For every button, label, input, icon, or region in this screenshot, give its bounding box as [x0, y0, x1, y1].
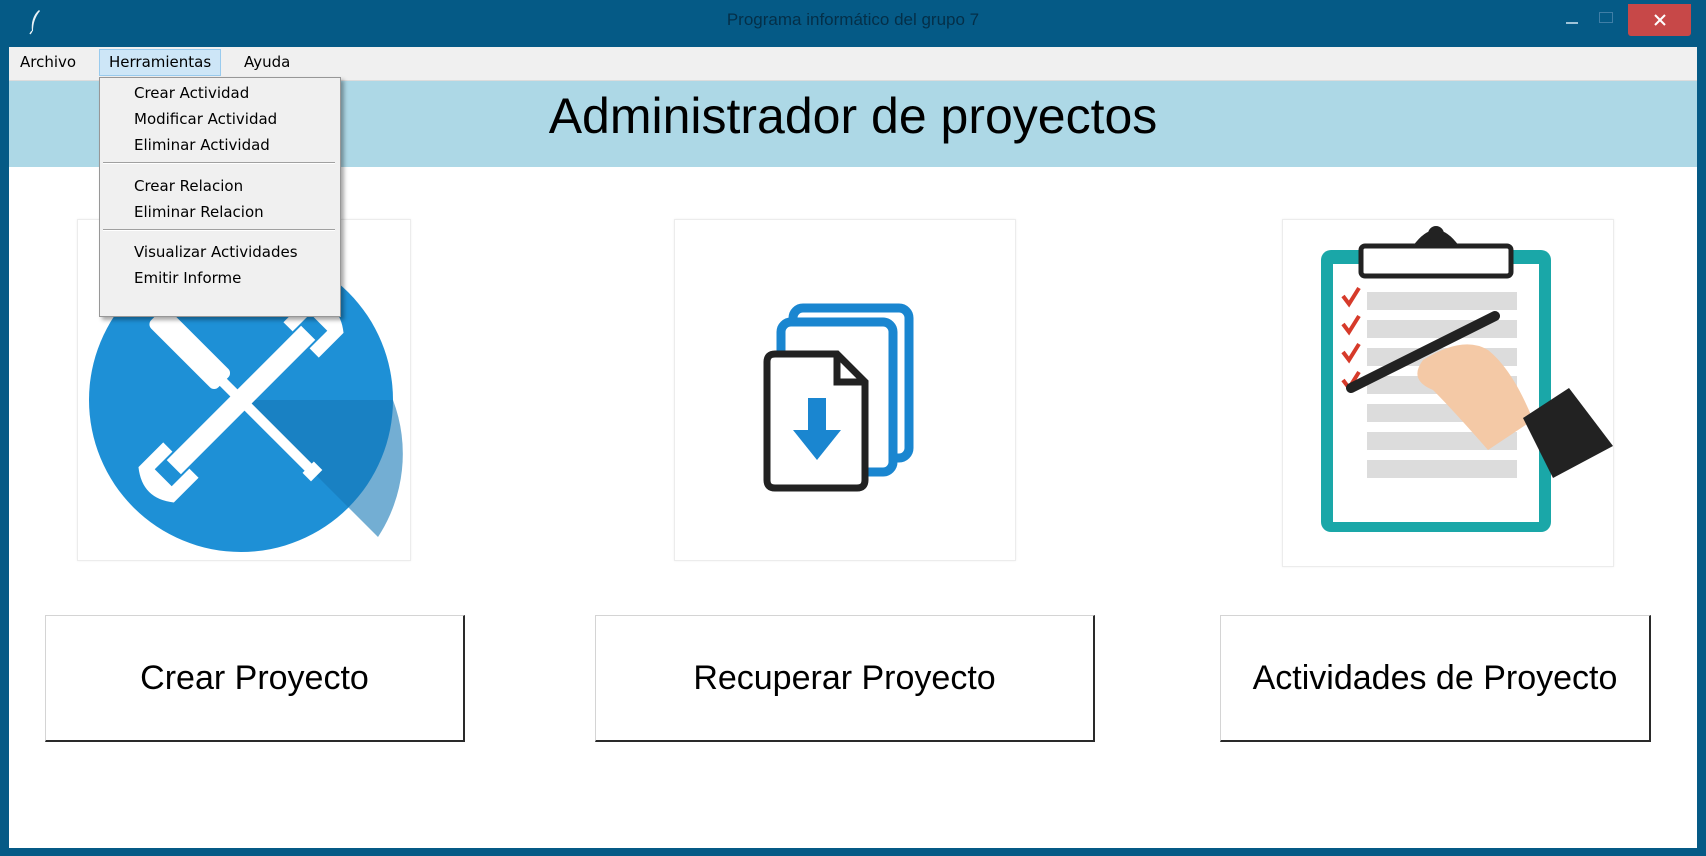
menu-separator [103, 229, 335, 231]
document-download-icon [763, 303, 914, 492]
menu-ayuda[interactable]: Ayuda [235, 49, 299, 76]
close-button[interactable] [1628, 4, 1691, 36]
close-icon [1654, 14, 1666, 26]
menu-bar: Archivo Herramientas Ayuda [9, 47, 1697, 81]
window-title: Programa informático del grupo 7 [726, 10, 980, 29]
menu-item-eliminar-relacion[interactable]: Eliminar Relacion [134, 200, 264, 224]
actividades-proyecto-button[interactable]: Actividades de Proyecto [1220, 615, 1651, 742]
maximize-button[interactable] [1590, 0, 1622, 36]
crear-proyecto-button[interactable]: Crear Proyecto [45, 615, 465, 742]
herramientas-dropdown: Crear Actividad Modificar Actividad Elim… [99, 77, 341, 317]
title-bar[interactable]: Programa informático del grupo 7 [0, 0, 1706, 47]
menu-item-modificar-actividad[interactable]: Modificar Actividad [134, 107, 277, 131]
menu-item-visualizar-actividades[interactable]: Visualizar Actividades [134, 240, 298, 264]
minimize-icon [1566, 22, 1578, 24]
client-area: Archivo Herramientas Ayuda Administrador… [9, 47, 1697, 848]
recuperar-proyecto-button[interactable]: Recuperar Proyecto [595, 615, 1095, 742]
menu-item-crear-relacion[interactable]: Crear Relacion [134, 174, 243, 198]
menu-item-emitir-informe[interactable]: Emitir Informe [134, 266, 241, 290]
minimize-button[interactable] [1556, 0, 1588, 36]
actividades-proyecto-image [1282, 219, 1614, 567]
app-window: Programa informático del grupo 7 Archivo… [0, 0, 1706, 856]
maximize-icon [1599, 12, 1613, 23]
menu-item-eliminar-actividad[interactable]: Eliminar Actividad [134, 133, 270, 157]
menu-separator [103, 162, 335, 164]
recuperar-proyecto-image [674, 219, 1016, 561]
menu-herramientas[interactable]: Herramientas [99, 49, 222, 76]
menu-item-crear-actividad[interactable]: Crear Actividad [134, 81, 249, 105]
menu-archivo[interactable]: Archivo [11, 49, 85, 76]
clipboard-checklist-icon [1321, 226, 1613, 532]
